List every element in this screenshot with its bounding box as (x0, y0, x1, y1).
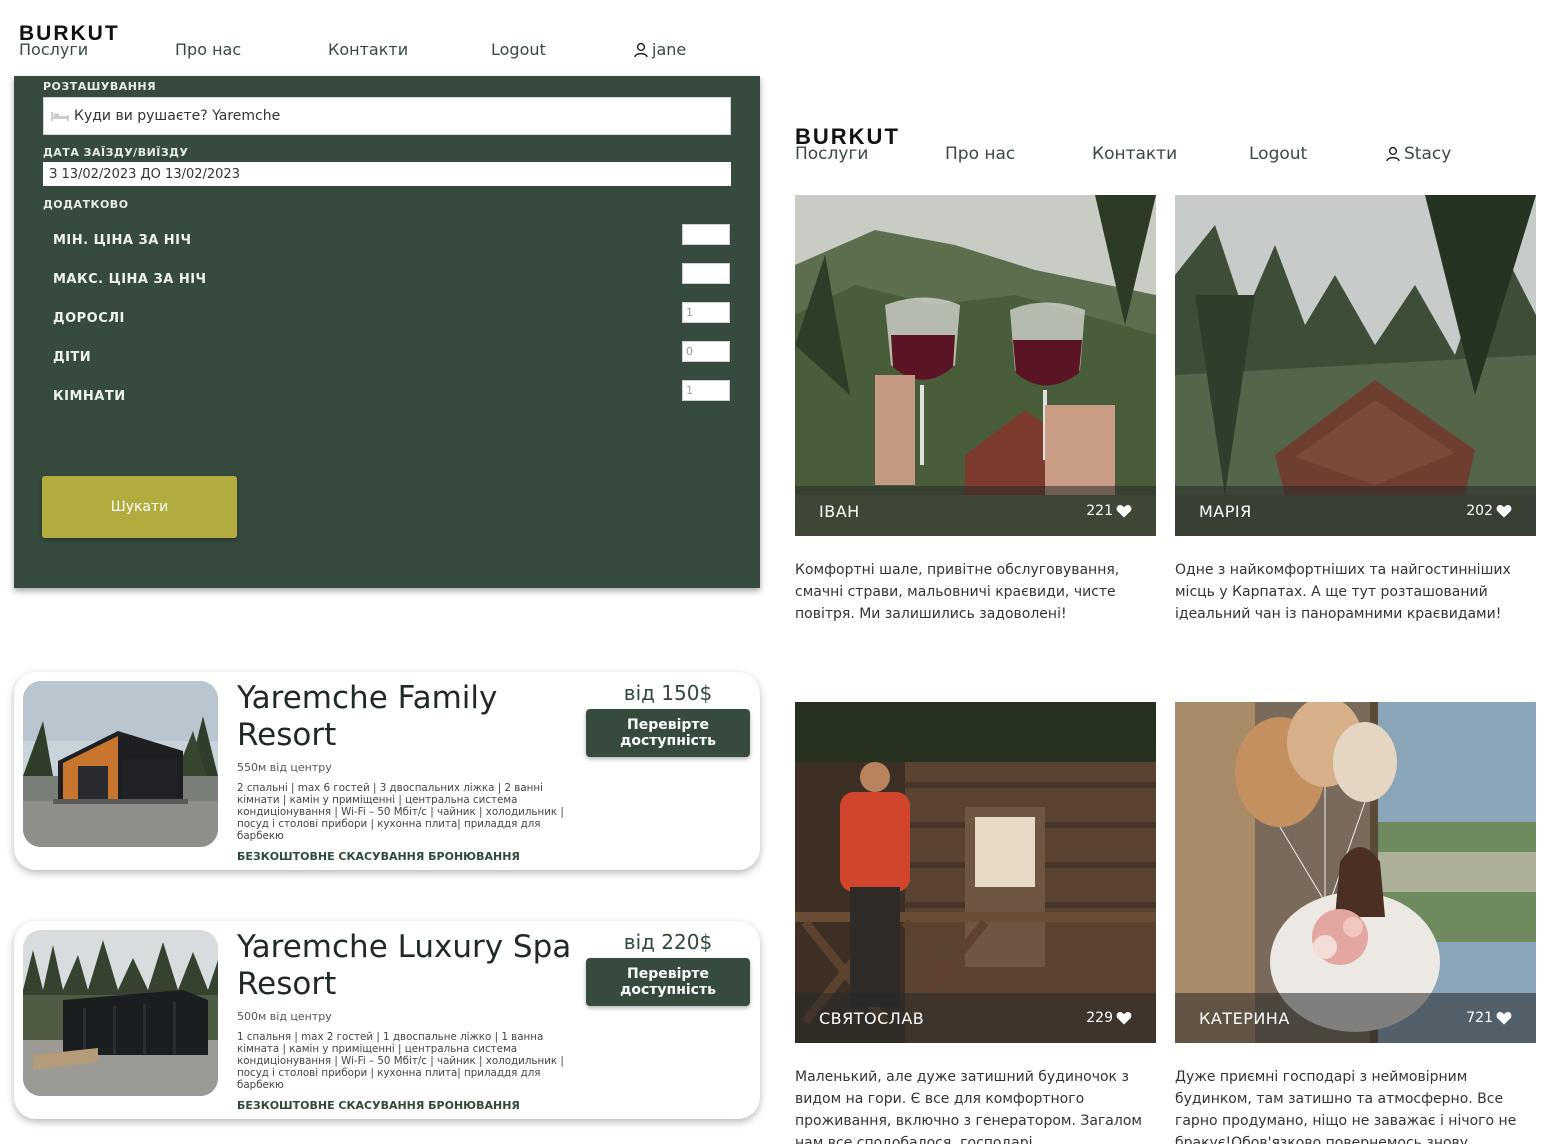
like-count: 221 (1086, 503, 1113, 519)
nav-item-about[interactable]: Про нас (175, 40, 241, 59)
nav-item-logout[interactable]: Logout (1249, 144, 1307, 164)
like-count: 229 (1086, 1010, 1113, 1026)
user-icon (1386, 146, 1400, 162)
top-nav-right: BURKUT Послуги Про нас Контакти Logout S… (795, 124, 1515, 166)
review-photo (795, 195, 1156, 536)
reviewer-name: ІВАН (819, 501, 860, 521)
listing-title[interactable]: Yaremche Luxury Spa Resort (237, 929, 577, 1003)
listing-title[interactable]: Yaremche Family Resort (237, 680, 577, 754)
heart-icon[interactable] (1496, 504, 1512, 518)
listing-amenities: 1 спальня | max 2 гостей | 1 двоспальне … (237, 1031, 564, 1091)
min-price-input[interactable] (682, 224, 730, 245)
review-card: МАРІЯ 202 Одне з найкомфортніших та найг… (1175, 195, 1536, 625)
filter-label-max-price: МАКС. ЦІНА ЗА НІЧ (53, 272, 207, 287)
nav-item-logout[interactable]: Logout (491, 40, 546, 59)
max-price-input[interactable] (682, 263, 730, 284)
children-input[interactable]: 0 (682, 341, 730, 362)
review-text: Маленький, але дуже затишний будиночок з… (795, 1069, 1142, 1144)
extra-label: ДОДАТКОВО (43, 198, 129, 211)
nav-user[interactable]: jane (633, 40, 686, 59)
search-panel: РОЗТАШУВАННЯ Куди ви рушаєте? Yaremche Д… (14, 76, 760, 588)
review-card: СВЯТОСЛАВ 229 Маленький, але дуже затишн… (795, 702, 1156, 1144)
like-counter[interactable]: 221 (1086, 503, 1132, 519)
bed-icon (51, 112, 69, 121)
nav-item-contacts[interactable]: Контакти (1092, 144, 1177, 164)
reviewer-name: МАРІЯ (1199, 501, 1252, 521)
heart-icon[interactable] (1496, 1011, 1512, 1025)
heart-icon[interactable] (1116, 504, 1132, 518)
like-counter[interactable]: 202 (1466, 503, 1512, 519)
adults-input[interactable]: 1 (682, 302, 730, 323)
nav-item-services[interactable]: Послуги (795, 144, 868, 164)
review-card: ІВАН 221 Комфортні шале, привітне обслуг… (795, 195, 1156, 625)
nav-item-contacts[interactable]: Контакти (328, 40, 408, 59)
check-availability-button[interactable]: Перевірте доступність (586, 958, 750, 1006)
free-cancellation-label: БЕЗКОШТОВНЕ СКАСУВАННЯ БРОНЮВАННЯ (237, 850, 520, 863)
reviewer-name: СВЯТОСЛАВ (819, 1008, 925, 1028)
location-value: Куди ви рушаєте? Yaremche (74, 108, 281, 124)
filter-label-min-price: МІН. ЦІНА ЗА НІЧ (53, 233, 192, 248)
review-photo (795, 702, 1156, 1043)
like-counter[interactable]: 721 (1466, 1010, 1512, 1026)
heart-icon[interactable] (1116, 1011, 1132, 1025)
listing-card[interactable]: Yaremche Luxury Spa Resort 500м від цент… (14, 921, 760, 1119)
location-label: РОЗТАШУВАННЯ (43, 80, 157, 93)
review-text: Комфортні шале, привітне обслуговування,… (795, 562, 1120, 622)
review-caption-bar: МАРІЯ 202 (1175, 486, 1536, 536)
nav-user[interactable]: Stacy (1385, 144, 1451, 164)
review-text: Одне з найкомфортніших та найгостинніших… (1175, 562, 1511, 622)
free-cancellation-label: БЕЗКОШТОВНЕ СКАСУВАННЯ БРОНЮВАННЯ (237, 1099, 520, 1112)
listing-card[interactable]: Yaremche Family Resort 550м від центру 2… (14, 672, 760, 870)
review-card: КАТЕРИНА 721 Дуже приємні господарі з не… (1175, 702, 1536, 1144)
top-nav-left: BURKUT Послуги Про нас Контакти Logout j… (19, 22, 719, 62)
review-photo (1175, 702, 1536, 1043)
filter-label-rooms: КІМНАТИ (53, 389, 126, 404)
listing-distance: 550м від центру (237, 761, 332, 774)
nav-item-about[interactable]: Про нас (945, 144, 1015, 164)
filter-label-children: ДІТИ (53, 350, 92, 365)
filter-label-adults: ДОРОСЛІ (53, 311, 125, 326)
like-count: 721 (1466, 1010, 1493, 1026)
nav-user-name: Stacy (1404, 144, 1452, 164)
listing-price: від 220$ (623, 930, 713, 954)
review-caption-bar: КАТЕРИНА 721 (1175, 993, 1536, 1043)
dates-label: ДАТА ЗАЇЗДУ/ВИЇЗДУ (43, 146, 189, 159)
like-count: 202 (1466, 503, 1493, 519)
listing-amenities: 2 спальні | max 6 гостей | 3 двоспальних… (237, 782, 564, 842)
review-text: Дуже приємні господарі з неймовірним буд… (1175, 1069, 1517, 1144)
nav-item-services[interactable]: Послуги (19, 40, 88, 59)
location-input[interactable]: Куди ви рушаєте? Yaremche (43, 97, 731, 135)
review-caption-bar: СВЯТОСЛАВ 229 (795, 993, 1156, 1043)
dates-value: З 13/02/2023 ДО 13/02/2023 (49, 166, 240, 182)
review-caption-bar: ІВАН 221 (795, 486, 1156, 536)
review-photo (1175, 195, 1536, 536)
listing-price: від 150$ (623, 681, 713, 705)
search-button[interactable]: Шукати (42, 476, 237, 538)
like-counter[interactable]: 229 (1086, 1010, 1132, 1026)
nav-user-name: jane (652, 40, 687, 59)
listing-distance: 500м від центру (237, 1010, 332, 1023)
listing-photo[interactable] (23, 930, 218, 1096)
dates-input[interactable]: З 13/02/2023 ДО 13/02/2023 (43, 162, 731, 186)
check-availability-button[interactable]: Перевірте доступність (586, 709, 750, 757)
rooms-input[interactable]: 1 (682, 380, 730, 401)
reviewer-name: КАТЕРИНА (1199, 1008, 1290, 1028)
user-icon (634, 42, 648, 57)
listing-photo[interactable] (23, 681, 218, 847)
